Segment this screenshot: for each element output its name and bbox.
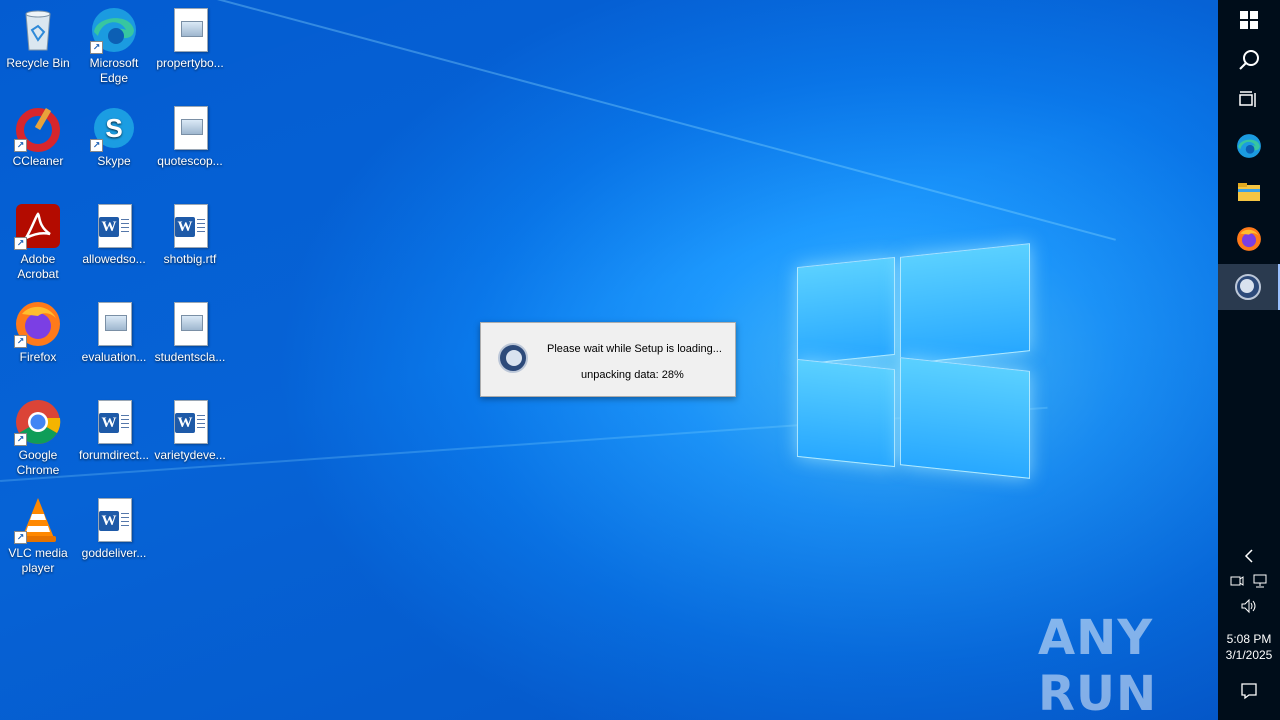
shortcut-arrow-icon: ↗ (14, 433, 27, 446)
desktop-icon-studentscla[interactable]: studentscla... (152, 300, 228, 365)
icon-label: Adobe Acrobat (17, 252, 59, 281)
desktop-icon-recycle-bin[interactable]: Recycle Bin (0, 6, 76, 71)
icon-label: Microsoft Edge (89, 56, 139, 85)
desktop-icon-evaluation[interactable]: evaluation... (76, 300, 152, 365)
icon-label: quotescop... (157, 154, 223, 168)
clock-date: 3/1/2025 (1225, 648, 1273, 662)
edge-icon (1237, 134, 1261, 158)
notification-icon (1241, 683, 1257, 700)
folder-icon (1238, 183, 1260, 201)
icon-label: Skype (97, 154, 131, 168)
word-doc-icon: W (90, 202, 138, 250)
desktop-icon-ccleaner[interactable]: ↗ CCleaner (0, 104, 76, 169)
icon-label: CCleaner (12, 154, 64, 168)
windows-start-icon (1240, 11, 1258, 29)
desktop-icon-vlc[interactable]: ↗ VLC media player (0, 496, 76, 576)
dialog-message: Please wait while Setup is loading... (547, 343, 722, 355)
desktop-icon-forumdirect[interactable]: W forumdirect... (76, 398, 152, 463)
word-doc-icon: W (166, 202, 214, 250)
shortcut-arrow-icon: ↗ (14, 531, 27, 544)
desktop-icon-skype[interactable]: S ↗ Skype (76, 104, 152, 169)
search-icon (1239, 50, 1259, 70)
clock[interactable]: 5:08 PM 3/1/2025 (1218, 631, 1280, 663)
desktop-icon-goddeliver[interactable]: W goddeliver... (76, 496, 152, 561)
setup-icon (498, 343, 528, 373)
start-button[interactable] (1218, 0, 1280, 40)
volume-button[interactable] (1218, 598, 1280, 617)
word-doc-icon: W (90, 496, 138, 544)
task-view-button[interactable] (1218, 80, 1280, 120)
desktop-icon-varietydeve[interactable]: W varietydeve... (152, 398, 228, 463)
icon-label: evaluation... (81, 350, 147, 364)
svg-text:S: S (105, 113, 122, 143)
icon-label: varietydeve... (154, 448, 226, 462)
icon-label: Firefox (19, 350, 57, 364)
image-file-icon (166, 104, 214, 152)
chevron-left-icon (1244, 549, 1253, 563)
desktop-icon-quotescop[interactable]: quotescop... (152, 104, 228, 169)
desktop-icon-propertybo[interactable]: propertybo... (152, 6, 228, 71)
shortcut-arrow-icon: ↗ (90, 41, 103, 54)
desktop: Recycle Bin ↗ Microsoft Edge propertybo.… (0, 0, 1218, 720)
recycle-bin-icon (14, 6, 62, 54)
taskbar-file-explorer[interactable] (1218, 172, 1280, 212)
setup-loading-dialog: Please wait while Setup is loading... un… (480, 322, 736, 397)
windows-logo-wallpaper (795, 240, 1030, 480)
acrobat-icon: ↗ (14, 202, 62, 250)
icon-label: allowedso... (82, 252, 146, 266)
firefox-icon: ↗ (14, 300, 62, 348)
icon-label: VLC media player (8, 546, 68, 575)
word-doc-icon: W (166, 398, 214, 446)
shortcut-arrow-icon: ↗ (14, 139, 27, 152)
taskbar-firefox[interactable] (1218, 219, 1280, 259)
icon-label: Google Chrome (16, 448, 60, 477)
taskbar: 5:08 PM 3/1/2025 (1218, 0, 1280, 720)
chrome-icon: ↗ (14, 398, 62, 446)
ccleaner-icon: ↗ (14, 104, 62, 152)
desktop-icon-google-chrome[interactable]: ↗ Google Chrome (0, 398, 76, 478)
icon-label: forumdirect... (78, 448, 150, 462)
icon-label: Recycle Bin (6, 56, 70, 70)
shortcut-arrow-icon: ↗ (14, 237, 27, 250)
skype-icon: S ↗ (90, 104, 138, 152)
desktop-icon-firefox[interactable]: ↗ Firefox (0, 300, 76, 365)
firefox-icon (1237, 227, 1261, 251)
image-file-icon (90, 300, 138, 348)
taskbar-setup-app[interactable] (1218, 264, 1280, 310)
desktop-icon-allowedso[interactable]: W allowedso... (76, 202, 152, 267)
network-icon[interactable] (1252, 574, 1268, 588)
light-beam (149, 0, 1116, 241)
icon-label: studentscla... (154, 350, 226, 364)
icon-label: goddeliver... (81, 546, 147, 560)
icon-label: propertybo... (156, 56, 224, 70)
clock-time: 5:08 PM (1226, 632, 1272, 646)
desktop-icon-adobe-acrobat[interactable]: ↗ Adobe Acrobat (0, 202, 76, 282)
search-button[interactable] (1218, 40, 1280, 80)
word-doc-icon: W (90, 398, 138, 446)
tray-icons (1218, 574, 1280, 588)
desktop-icon-shotbig[interactable]: W shotbig.rtf (152, 202, 228, 267)
volume-icon (1241, 598, 1256, 614)
desktop-icon-edge[interactable]: ↗ Microsoft Edge (76, 6, 152, 86)
shortcut-arrow-icon: ↗ (14, 335, 27, 348)
dialog-progress-text: unpacking data: 28% (581, 369, 684, 381)
shortcut-arrow-icon: ↗ (90, 139, 103, 152)
vlc-icon: ↗ (14, 496, 62, 544)
image-file-icon (166, 6, 214, 54)
show-hidden-icons-button[interactable] (1218, 548, 1280, 567)
action-center-button[interactable] (1218, 682, 1280, 703)
anyrun-watermark: ANY RUN (1038, 610, 1158, 720)
setup-icon (1235, 274, 1261, 300)
task-view-icon (1239, 91, 1256, 107)
taskbar-edge[interactable] (1218, 126, 1280, 166)
edge-icon: ↗ (90, 6, 138, 54)
icon-label: shotbig.rtf (163, 252, 217, 266)
image-file-icon (166, 300, 214, 348)
meet-now-icon[interactable] (1230, 574, 1244, 588)
